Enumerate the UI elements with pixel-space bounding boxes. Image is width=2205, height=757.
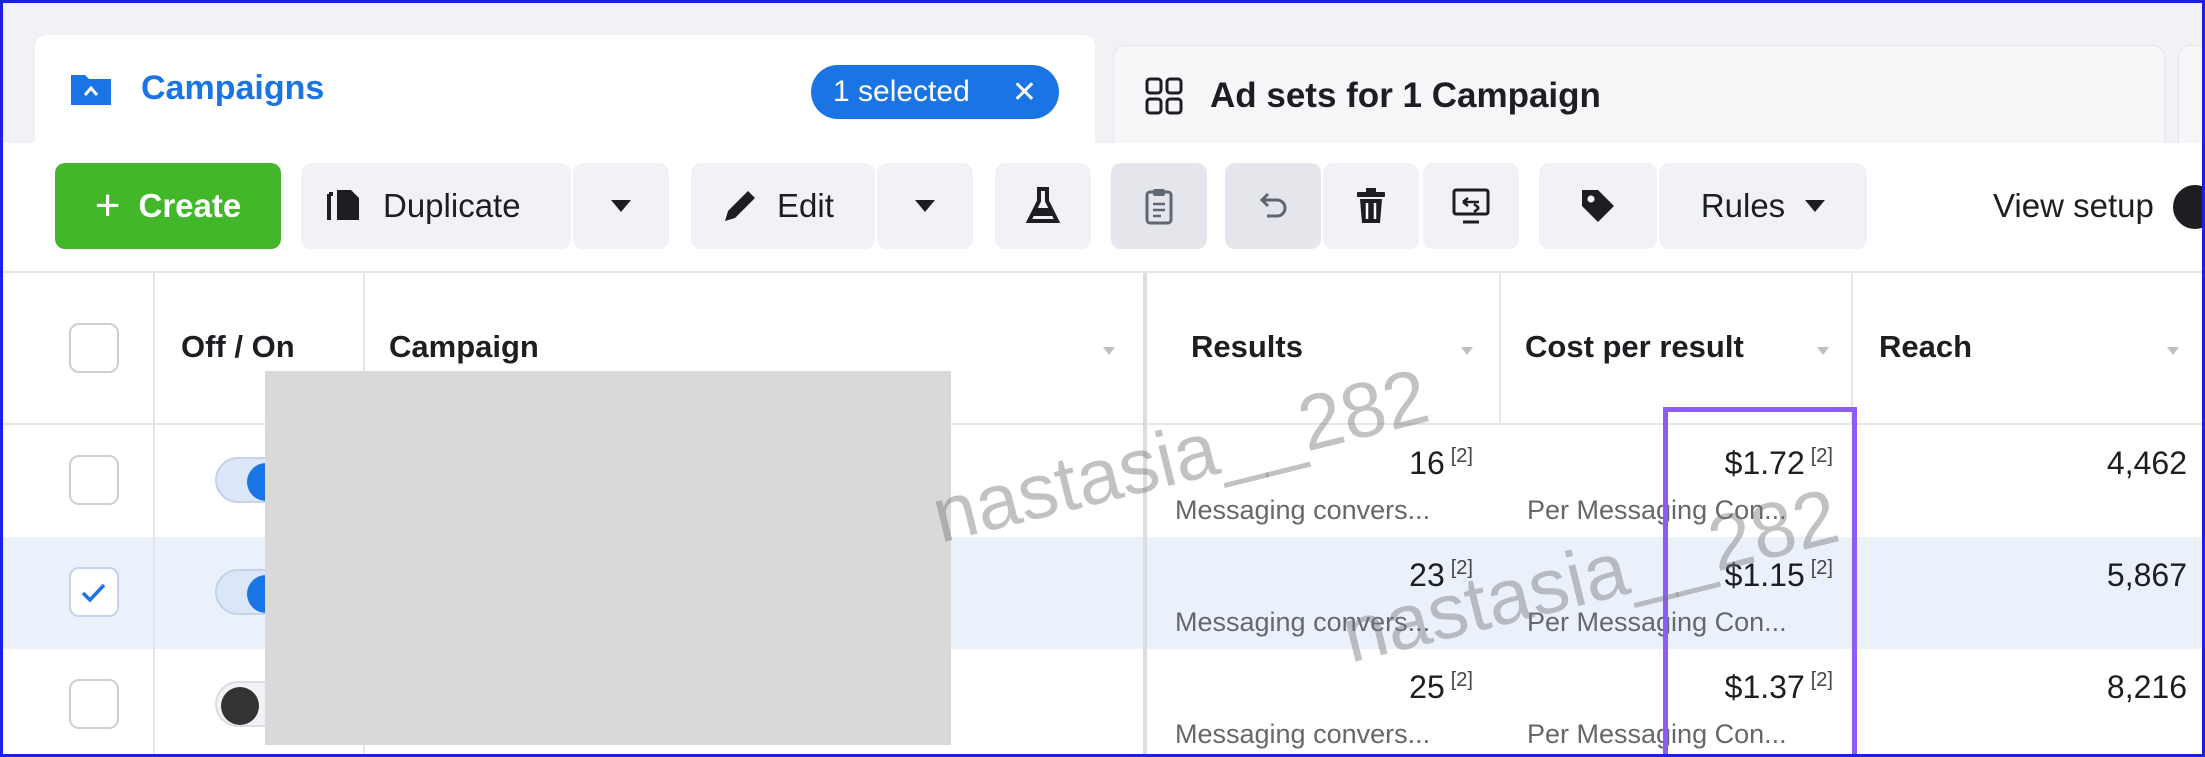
duplicate-button[interactable]: Duplicate [301, 163, 571, 249]
checkmark-icon [81, 583, 106, 603]
reach-value: 8,216 [2106, 669, 2187, 705]
caret-down-icon [915, 200, 935, 212]
view-setup-toggle[interactable] [2173, 185, 2202, 229]
tab-adsets-label: Ad sets for 1 Campaign [1210, 76, 1601, 115]
tab-bar: Campaigns 1 selected ✕ Ad sets for 1 Cam… [3, 3, 2202, 147]
folder-icon [71, 75, 111, 105]
redacted-campaign-names [265, 371, 951, 745]
export-button[interactable] [1423, 163, 1519, 249]
clear-selection-icon[interactable]: ✕ [1012, 75, 1037, 110]
column-header-off-on[interactable]: Off / On [181, 329, 295, 365]
selected-count-label: 1 selected [833, 75, 970, 108]
sort-icon[interactable] [2167, 347, 2179, 355]
column-header-results[interactable]: Results [1191, 329, 1303, 365]
sort-icon[interactable] [1461, 347, 1473, 355]
create-button-label: Create [138, 187, 242, 224]
ads-manager-window: Campaigns 1 selected ✕ Ad sets for 1 Cam… [0, 0, 2205, 757]
clipboard-button[interactable] [1111, 163, 1207, 249]
duplicate-button-label: Duplicate [383, 187, 521, 224]
results-value: 25 [2] [1409, 669, 1473, 705]
ab-test-button[interactable] [995, 163, 1091, 249]
column-divider [1143, 273, 1147, 754]
export-icon [1452, 188, 1490, 224]
column-header-cost-per-result[interactable]: Cost per result [1525, 329, 1744, 365]
reach-value: 4,462 [2106, 445, 2187, 481]
column-header-campaign[interactable]: Campaign [389, 329, 539, 365]
rules-dropdown-button[interactable]: Rules [1659, 163, 1867, 249]
reach-value: 5,867 [2106, 557, 2187, 593]
view-setup-label: View setup [1993, 187, 2154, 224]
edit-dropdown-button[interactable] [877, 163, 973, 249]
select-all-checkbox[interactable] [69, 323, 119, 373]
results-type: Messaging convers... [1175, 495, 1431, 525]
sort-icon[interactable] [1817, 347, 1829, 355]
duplicate-icon [327, 190, 359, 220]
rules-button-label: Rules [1700, 187, 1786, 224]
create-button[interactable]: + Create [55, 163, 281, 249]
edit-button-label: Edit [777, 187, 834, 224]
tag-button[interactable] [1539, 163, 1657, 249]
column-divider [1499, 273, 1501, 423]
trash-icon [1357, 188, 1385, 223]
column-header-reach[interactable]: Reach [1879, 329, 1972, 365]
caret-down-icon [611, 200, 631, 212]
sort-icon[interactable] [1103, 347, 1115, 355]
tab-campaigns[interactable]: Campaigns 1 selected ✕ [35, 35, 1095, 143]
row-checkbox-checked[interactable] [69, 567, 119, 617]
delete-button[interactable] [1323, 163, 1419, 249]
undo-button[interactable] [1225, 163, 1321, 249]
results-type: Messaging convers... [1175, 719, 1431, 749]
edit-button[interactable]: Edit [691, 163, 875, 249]
flask-icon [1025, 187, 1061, 223]
pencil-icon [725, 191, 755, 221]
tab-adsets[interactable]: Ad sets for 1 Campaign [1113, 45, 2165, 146]
toolbar: + Create Duplicate Edit Rules View setup [3, 143, 2202, 273]
duplicate-dropdown-button[interactable] [573, 163, 669, 249]
row-checkbox[interactable] [69, 455, 119, 505]
tab-campaigns-label: Campaigns [141, 69, 325, 107]
tab-ads[interactable] [2178, 45, 2202, 147]
undo-icon [1259, 192, 1287, 218]
ad-sets-grid-icon [1145, 77, 1183, 115]
tag-icon [1582, 190, 1614, 222]
column-divider [1851, 273, 1853, 423]
column-divider [153, 273, 155, 754]
selected-count-badge[interactable]: 1 selected ✕ [811, 65, 1059, 119]
plus-icon: + [94, 181, 121, 230]
row-checkbox[interactable] [69, 679, 119, 729]
clipboard-icon [1145, 189, 1173, 225]
caret-down-icon [1805, 200, 1826, 212]
